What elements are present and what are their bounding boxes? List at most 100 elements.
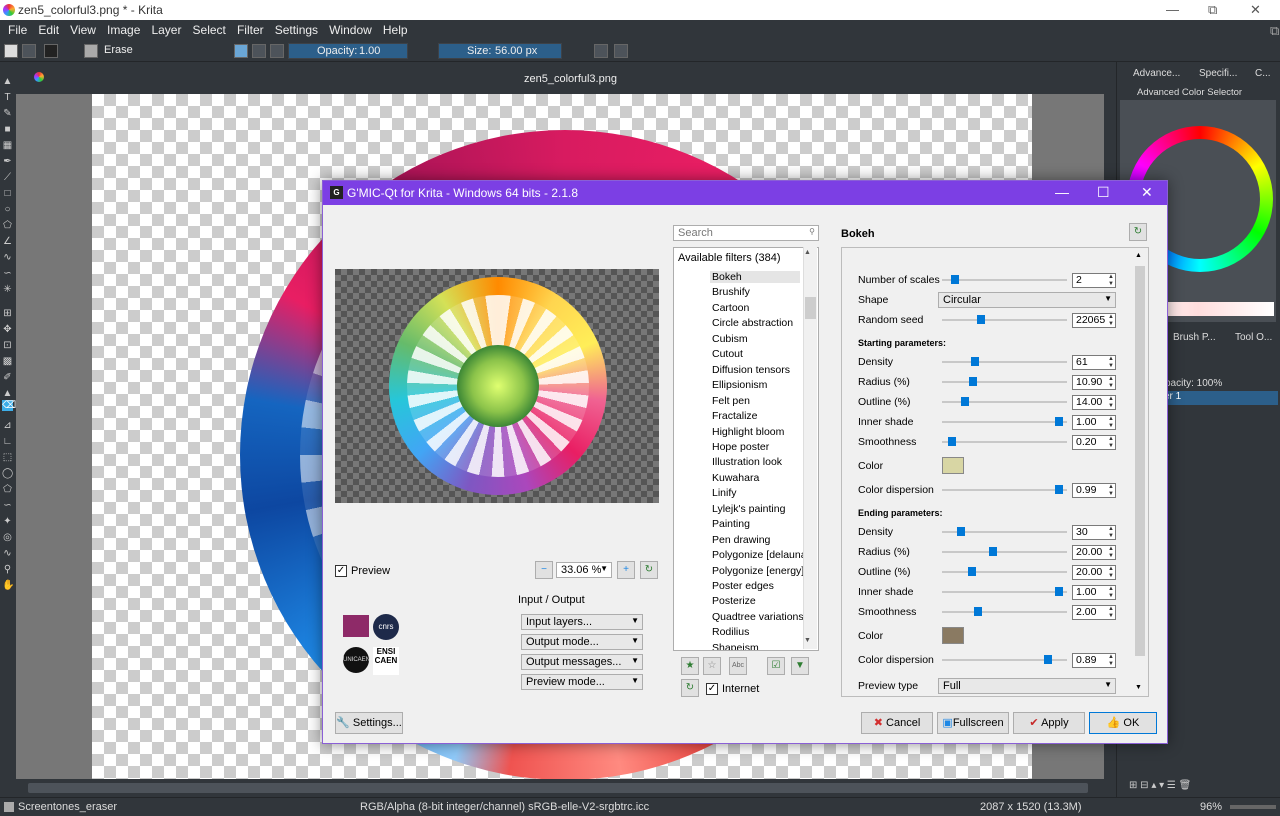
- filter-search-input[interactable]: Search ⚲: [673, 225, 819, 241]
- menu-window[interactable]: Window: [329, 20, 372, 37]
- layer-row[interactable]: er 1: [1160, 391, 1278, 405]
- start-smoothness-slider-track[interactable]: [942, 441, 1067, 443]
- spin-arrows-icon[interactable]: ▲ ▼: [1108, 436, 1114, 450]
- calligraphy-icon[interactable]: ✎: [2, 108, 13, 119]
- filter-item[interactable]: Polygonize [delaunay]: [712, 549, 815, 561]
- start-radius-spinbox[interactable]: 10.90 ▲ ▼: [1072, 375, 1116, 390]
- pattern-edit-icon[interactable]: ▦: [2, 140, 13, 151]
- spin-arrows-icon[interactable]: ▲ ▼: [1108, 396, 1114, 410]
- start-color-dispersion-slider-handle[interactable]: [1055, 485, 1064, 494]
- shape-combo[interactable]: Circular ▼: [938, 292, 1116, 308]
- line-tool-icon[interactable]: ⟋: [2, 172, 13, 183]
- filter-item[interactable]: Lylejk's painting: [712, 503, 785, 515]
- end-outline-spinbox[interactable]: 20.00 ▲ ▼: [1072, 565, 1116, 580]
- gradient-edit-icon[interactable]: ■: [2, 124, 13, 135]
- end-inner-shade-spinbox[interactable]: 1.00 ▲ ▼: [1072, 585, 1116, 600]
- zoom-tool-icon[interactable]: ⚲: [2, 564, 13, 575]
- brush-tip-icon[interactable]: [84, 44, 98, 58]
- ok-button[interactable]: 👍 OK: [1089, 712, 1157, 734]
- spin-arrows-icon[interactable]: ▲ ▼: [1108, 606, 1114, 620]
- opacity-slider[interactable]: Opacity: 1.00: [288, 43, 408, 59]
- fill-tool-icon[interactable]: ▲: [2, 388, 13, 399]
- docker-tab-c[interactable]: C...: [1255, 68, 1271, 79]
- layer-opacity[interactable]: pacity: 100%: [1165, 378, 1222, 389]
- multibrush-icon[interactable]: ✳: [2, 284, 13, 295]
- filter-item[interactable]: Illustration look: [712, 456, 782, 468]
- zoom-combo[interactable]: 33.06 % ▼: [556, 562, 612, 578]
- output-messages-combo[interactable]: Output messages... ▼: [521, 654, 643, 670]
- menu-select[interactable]: Select: [193, 20, 226, 37]
- bezier-tool-icon[interactable]: ∿: [2, 252, 13, 263]
- filter-item[interactable]: Hope poster: [712, 441, 769, 453]
- menu-filter[interactable]: Filter: [237, 20, 264, 37]
- end-density-spinbox[interactable]: 30 ▲ ▼: [1072, 525, 1116, 540]
- canvas-scroll-thumb[interactable]: [28, 783, 1088, 793]
- freehand-select-icon[interactable]: ∽: [2, 500, 13, 511]
- filter-item[interactable]: Ellipsionism: [712, 379, 767, 391]
- docker-tab-brush-presets[interactable]: Brush P...: [1173, 332, 1216, 343]
- filter-item[interactable]: Shapeism: [712, 642, 759, 650]
- restore-icon[interactable]: ⧉: [1208, 2, 1217, 18]
- bezier-select-icon[interactable]: ∿: [2, 548, 13, 559]
- start-radius-slider-track[interactable]: [942, 381, 1067, 383]
- filter-item[interactable]: Circle abstraction: [712, 317, 793, 329]
- docker-tab-advanced[interactable]: Advance...: [1133, 68, 1180, 79]
- color-picker-icon[interactable]: ✐: [2, 372, 13, 383]
- end-smoothness-slider-handle[interactable]: [973, 607, 982, 616]
- select-shapes-icon[interactable]: ▲: [2, 76, 13, 87]
- spin-arrows-icon[interactable]: ▲ ▼: [1108, 484, 1114, 498]
- preview-checkbox[interactable]: ✓: [335, 565, 347, 577]
- polyline-tool-icon[interactable]: ∠: [2, 236, 13, 247]
- measure-tool-icon[interactable]: ⊿: [2, 420, 13, 431]
- menu-image[interactable]: Image: [107, 20, 140, 37]
- menu-view[interactable]: View: [70, 20, 96, 37]
- mirror-vertical-icon[interactable]: [614, 44, 628, 58]
- status-color-model[interactable]: RGB/Alpha (8-bit integer/channel) sRGB-e…: [360, 801, 649, 813]
- menu-file[interactable]: File: [8, 20, 27, 37]
- menu-settings[interactable]: Settings: [275, 20, 318, 37]
- transform-tool-icon[interactable]: ⊡: [2, 340, 13, 351]
- filter-item[interactable]: Brushify: [712, 286, 750, 298]
- params-scroll-down-icon[interactable]: ▼: [1135, 684, 1142, 691]
- filter-tree[interactable]: Available filters (384) Bokeh Brushify Car…: [673, 247, 819, 651]
- fullscreen-button[interactable]: ▣Fullscreen: [937, 712, 1009, 734]
- start-outline-slider-handle[interactable]: [960, 397, 969, 406]
- gmic-maximize-icon[interactable]: ☐: [1097, 184, 1110, 201]
- params-scroll-thumb[interactable]: [1135, 266, 1145, 656]
- toggle-visibility-icon[interactable]: ☑: [767, 657, 785, 675]
- close-icon[interactable]: ✕: [1250, 2, 1261, 18]
- new-doc-icon[interactable]: [4, 44, 18, 58]
- remove-favorite-icon[interactable]: ☆: [703, 657, 721, 675]
- zoom-slider[interactable]: [1230, 805, 1276, 809]
- filter-item[interactable]: Cubism: [712, 333, 748, 345]
- expand-all-icon[interactable]: ▼: [791, 657, 809, 675]
- eraser-mode-icon[interactable]: [234, 44, 248, 58]
- output-mode-combo[interactable]: Output mode... ▼: [521, 634, 643, 650]
- preview-mode-combo[interactable]: Preview mode... ▼: [521, 674, 643, 690]
- spin-arrows-icon[interactable]: ▲ ▼: [1108, 654, 1114, 668]
- status-zoom[interactable]: 96%: [1200, 801, 1222, 813]
- start-outline-spinbox[interactable]: 14.00 ▲ ▼: [1072, 395, 1116, 410]
- random-seed-slider-handle[interactable]: [977, 315, 986, 324]
- start-smoothness-slider-handle[interactable]: [947, 437, 956, 446]
- menu-layer[interactable]: Layer: [151, 20, 181, 37]
- refresh-preview-icon[interactable]: ↻: [640, 561, 658, 579]
- settings-button[interactable]: 🔧 Settings...: [335, 712, 403, 734]
- gmic-close-icon[interactable]: ✕: [1141, 184, 1153, 201]
- filter-item[interactable]: Felt pen: [712, 395, 750, 407]
- filter-scroll-thumb[interactable]: [805, 297, 816, 319]
- filter-item[interactable]: Rodilius: [712, 626, 749, 638]
- spin-arrows-icon[interactable]: ▲ ▼: [1108, 376, 1114, 390]
- start-smoothness-spinbox[interactable]: 0.20 ▲ ▼: [1072, 435, 1116, 450]
- end-color-dispersion-spinbox[interactable]: 0.89 ▲ ▼: [1072, 653, 1116, 668]
- canvas-scrollbar[interactable]: [16, 779, 1116, 797]
- filter-item[interactable]: Diffusion tensors: [712, 364, 790, 376]
- params-scroll-up-icon[interactable]: ▲: [1135, 252, 1142, 259]
- update-filters-icon[interactable]: ↻: [681, 679, 699, 697]
- internet-checkbox[interactable]: ✓: [706, 683, 718, 695]
- reset-params-icon[interactable]: ↻: [1129, 223, 1147, 241]
- spin-arrows-icon[interactable]: ▲ ▼: [1108, 356, 1114, 370]
- document-tab[interactable]: zen5_colorful3.png: [524, 73, 617, 85]
- end-outline-slider-track[interactable]: [942, 571, 1067, 573]
- end-radius-slider-track[interactable]: [942, 551, 1067, 553]
